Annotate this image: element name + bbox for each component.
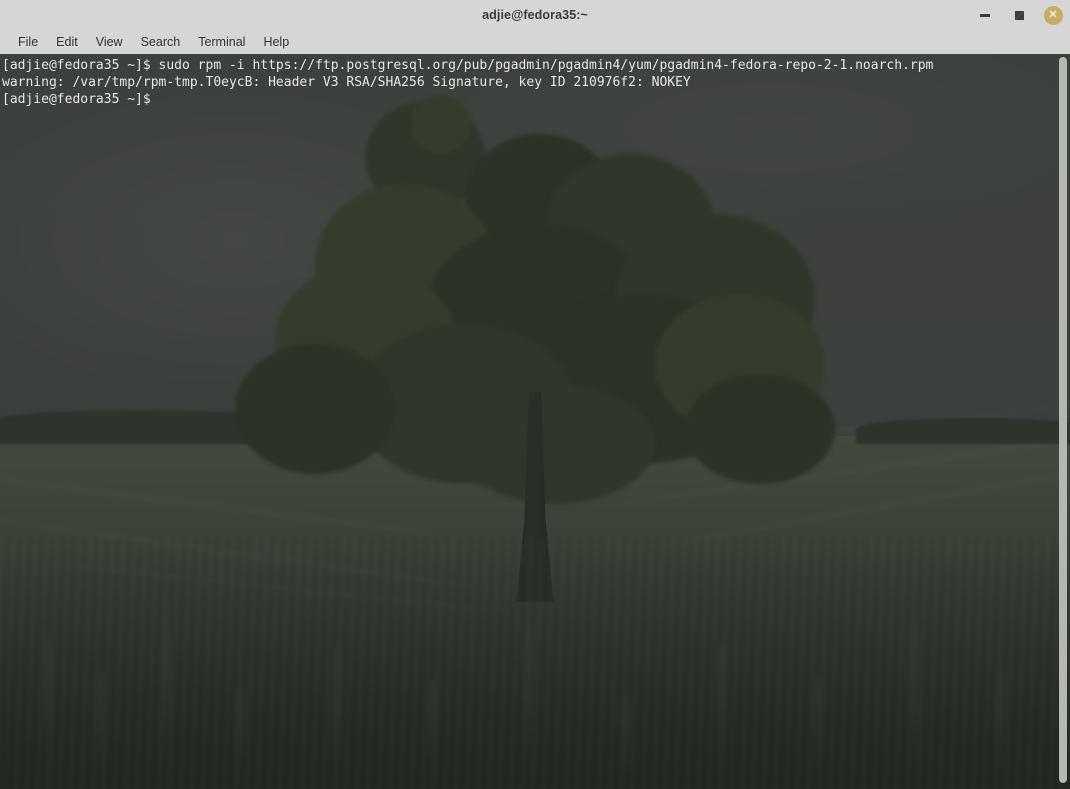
terminal-scrollbar-thumb[interactable] <box>1059 57 1067 783</box>
menu-bar: File Edit View Search Terminal Help <box>0 30 1070 54</box>
menu-help[interactable]: Help <box>254 33 298 51</box>
close-icon: ✕ <box>1043 5 1063 25</box>
window-controls: ✕ <box>974 0 1064 30</box>
minimize-button[interactable] <box>974 4 996 26</box>
menu-terminal[interactable]: Terminal <box>189 33 254 51</box>
maximize-icon <box>1014 10 1024 20</box>
minimize-icon <box>980 13 990 17</box>
menu-search[interactable]: Search <box>132 33 190 51</box>
menu-edit[interactable]: Edit <box>47 33 87 51</box>
menu-file[interactable]: File <box>9 33 47 51</box>
close-icon-glyph: ✕ <box>1048 8 1058 21</box>
window-title: adjie@fedora35:~ <box>482 8 588 22</box>
close-button[interactable]: ✕ <box>1042 4 1064 26</box>
terminal-output-text: [adjie@fedora35 ~]$ sudo rpm -i https://… <box>2 58 934 107</box>
terminal-scrollbar[interactable] <box>1054 54 1070 789</box>
terminal-transparency-overlay <box>0 54 1070 789</box>
terminal-window: adjie@fedora35:~ ✕ File Edit View Search… <box>0 0 1070 789</box>
title-bar[interactable]: adjie@fedora35:~ ✕ <box>0 0 1070 30</box>
maximize-button[interactable] <box>1008 4 1030 26</box>
menu-view[interactable]: View <box>87 33 132 51</box>
terminal-body[interactable]: [adjie@fedora35 ~]$ sudo rpm -i https://… <box>0 54 1070 789</box>
